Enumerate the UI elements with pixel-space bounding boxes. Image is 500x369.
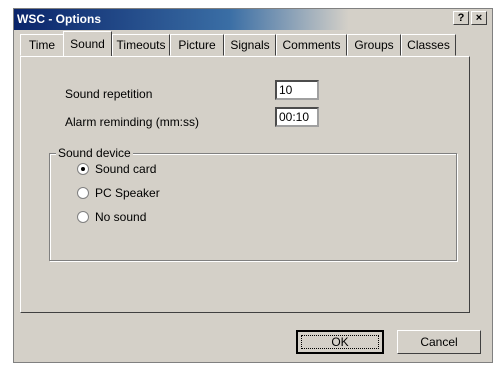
pc-speaker-label[interactable]: PC Speaker bbox=[95, 186, 160, 200]
sound-repetition-input[interactable]: 10 bbox=[275, 80, 319, 100]
alarm-reminding-input[interactable]: 00:10 bbox=[275, 107, 319, 127]
title-bar: WSC - Options ? × bbox=[14, 9, 492, 30]
tab-signals[interactable]: Signals bbox=[224, 34, 276, 56]
tab-timeouts[interactable]: Timeouts bbox=[112, 34, 170, 56]
no-sound-radio[interactable] bbox=[77, 211, 89, 223]
focus-rectangle bbox=[301, 335, 379, 349]
tab-groups[interactable]: Groups bbox=[347, 34, 401, 56]
no-sound-label[interactable]: No sound bbox=[95, 210, 146, 224]
sound-repetition-label: Sound repetition bbox=[65, 87, 153, 101]
tab-picture[interactable]: Picture bbox=[170, 34, 224, 56]
pc-speaker-radio[interactable] bbox=[77, 187, 89, 199]
sound-card-label[interactable]: Sound card bbox=[95, 162, 156, 176]
close-button[interactable]: × bbox=[471, 11, 487, 25]
window-title: WSC - Options bbox=[17, 12, 101, 26]
cancel-button[interactable]: Cancel bbox=[397, 330, 481, 354]
help-button[interactable]: ? bbox=[453, 11, 469, 25]
tab-classes[interactable]: Classes bbox=[401, 34, 456, 56]
radio-selected-dot bbox=[81, 167, 85, 171]
tab-sound[interactable]: Sound bbox=[63, 31, 112, 56]
sound-card-radio[interactable] bbox=[77, 163, 89, 175]
ok-button[interactable]: OK bbox=[296, 330, 384, 354]
alarm-reminding-label: Alarm reminding (mm:ss) bbox=[65, 115, 200, 129]
tab-comments[interactable]: Comments bbox=[276, 34, 347, 56]
sound-device-title: Sound device bbox=[56, 146, 133, 160]
tab-time[interactable]: Time bbox=[20, 34, 64, 56]
